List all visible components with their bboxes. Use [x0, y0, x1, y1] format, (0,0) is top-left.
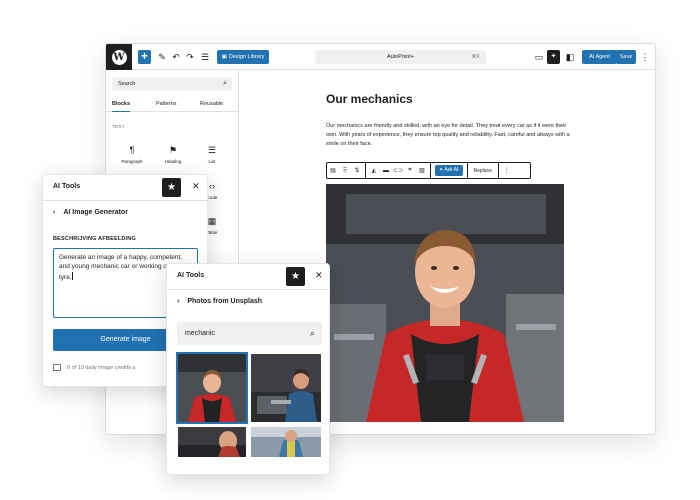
search-icon[interactable]: ⌕: [310, 322, 315, 345]
list-icon: ☰: [207, 145, 217, 155]
tab-reusable[interactable]: Reusable: [200, 98, 223, 112]
block-label: Table: [206, 230, 218, 235]
paragraph-icon: ¶: [129, 145, 135, 155]
description-label: BESCHRIJVING AFBEELDING: [53, 236, 136, 242]
block-options-icon[interactable]: ⋮: [501, 167, 513, 174]
toolbar-divider: [365, 162, 366, 179]
block-label: Paragraph: [121, 159, 143, 164]
image-block-toolbar: ▤ ⠿ ⇅ ◭ ▬ ⊂⊃ ⌗ ▨ ✦ Ask AI Replace ⋮: [326, 162, 531, 179]
width-icon[interactable]: ▬: [380, 168, 392, 174]
move-up-down-icon[interactable]: ⇅: [351, 167, 363, 174]
ai-sparkle-icon[interactable]: ✦: [547, 50, 560, 64]
back-arrow-icon[interactable]: ‹: [53, 209, 55, 216]
mechanic-hero-image[interactable]: [326, 184, 564, 422]
ask-ai-label: Ask AI: [444, 167, 459, 173]
block-paragraph[interactable]: ¶ Paragraph: [113, 145, 151, 164]
editor-top-toolbar: W + ✎ ↶ ↷ ☰ ▣ Design Library AutoPoint+ ⌘K…: [106, 44, 655, 70]
heading-icon: ⚑: [168, 145, 178, 155]
options-menu-icon[interactable]: ⋮: [640, 50, 650, 64]
photo-mechanic-car: [178, 427, 246, 457]
panel-title: AI Tools: [177, 272, 205, 279]
block-heading[interactable]: ⚑ Heading: [154, 145, 192, 164]
undo-icon[interactable]: ↶: [170, 50, 182, 64]
wordpress-logo-letter: W: [111, 49, 127, 65]
category-label: TEXT: [112, 124, 125, 129]
inserter-search-input[interactable]: Search ⌕: [112, 77, 232, 91]
star-icon[interactable]: ★: [286, 267, 305, 286]
command-shortcut: ⌘K: [471, 54, 480, 60]
document-title-bar[interactable]: AutoPoint+ ⌘K: [315, 50, 486, 64]
unsplash-photo-thumbnail[interactable]: [178, 427, 246, 457]
text-overlay-icon[interactable]: ▨: [416, 167, 428, 174]
library-icon: ▣: [221, 54, 227, 60]
redo-icon[interactable]: ↷: [184, 50, 196, 64]
toolbar-divider: [497, 162, 499, 179]
block-list[interactable]: ☰ List: [193, 145, 231, 164]
search-icon: ⌕: [223, 80, 227, 87]
page-heading[interactable]: Our mechanics: [326, 92, 413, 106]
block-label: Code: [206, 195, 218, 200]
panel-title: AI Tools: [53, 183, 81, 190]
panel-subheader: ‹ Photos from Unsplash: [177, 298, 262, 305]
credits-status: 0 of 10 daily image credits u: [67, 365, 136, 371]
close-icon[interactable]: ✕: [192, 181, 200, 192]
pencil-tool-icon[interactable]: ✎: [156, 50, 168, 64]
save-button[interactable]: Save: [616, 50, 636, 64]
block-label: List: [208, 159, 216, 164]
ai-agent-button[interactable]: AI Agent: [582, 50, 617, 64]
ask-ai-button[interactable]: ✦ Ask AI: [435, 165, 463, 176]
drag-handle-icon[interactable]: ⠿: [339, 167, 351, 174]
credits-icon: [53, 364, 61, 371]
close-icon[interactable]: ✕: [315, 270, 323, 281]
page-paragraph[interactable]: Our mechanics are friendly and skilled, …: [326, 122, 576, 150]
unsplash-photo-thumbnail[interactable]: [251, 354, 321, 422]
tab-blocks[interactable]: Blocks: [112, 98, 131, 112]
crop-icon[interactable]: ⌗: [404, 167, 416, 174]
replace-button[interactable]: Replace: [470, 168, 496, 174]
toolbar-divider: [430, 162, 431, 179]
back-arrow-icon[interactable]: ‹: [177, 298, 179, 305]
design-library-button[interactable]: ▣ Design Library: [217, 50, 269, 64]
photo-mechanic-red-shirt: [178, 354, 246, 422]
align-icon[interactable]: ◭: [368, 167, 380, 174]
block-type-icon[interactable]: ▤: [327, 167, 339, 174]
document-overview-icon[interactable]: ☰: [199, 50, 211, 64]
unsplash-photo-thumbnail[interactable]: [176, 352, 248, 424]
toolbar-divider: [466, 162, 468, 179]
stage: W + ✎ ↶ ↷ ☰ ▣ Design Library AutoPoint+ ⌘K…: [0, 0, 700, 500]
inserter-tabs: Blocks Patterns Reusable: [106, 98, 239, 112]
settings-sidebar-icon[interactable]: ◧: [564, 50, 576, 64]
unsplash-search-input[interactable]: mechanic ⌕: [177, 322, 322, 345]
star-icon[interactable]: ★: [162, 178, 181, 197]
document-title: AutoPoint+: [386, 54, 415, 60]
panel-subheader: ‹ AI Image Generator: [53, 209, 128, 216]
text-caret: [71, 271, 73, 280]
search-value: mechanic: [185, 330, 215, 337]
panel-header: AI Tools ★ ✕: [43, 175, 207, 201]
wordpress-logo-icon[interactable]: W: [106, 44, 132, 70]
design-library-label: Design Library: [228, 54, 265, 60]
tab-patterns[interactable]: Patterns: [156, 98, 176, 112]
unsplash-photo-thumbnail[interactable]: [251, 427, 321, 457]
block-label: Heading: [164, 159, 182, 164]
photo-mechanic-engine: [251, 354, 321, 422]
unsplash-photos-panel: AI Tools ★ ✕ ‹ Photos from Unsplash mecha…: [166, 263, 330, 475]
photo-mechanic-workshop: [251, 427, 321, 457]
panel-header: AI Tools ★ ✕: [167, 264, 329, 290]
link-icon[interactable]: ⊂⊃: [392, 167, 404, 174]
desktop-preview-icon[interactable]: ▭: [533, 50, 545, 64]
panel-subtitle: AI Image Generator: [63, 209, 128, 216]
mechanic-photo-illustration: [326, 184, 564, 422]
add-block-button[interactable]: +: [138, 50, 151, 64]
inserter-search-placeholder: Search: [118, 81, 136, 87]
panel-subtitle: Photos from Unsplash: [187, 298, 263, 305]
